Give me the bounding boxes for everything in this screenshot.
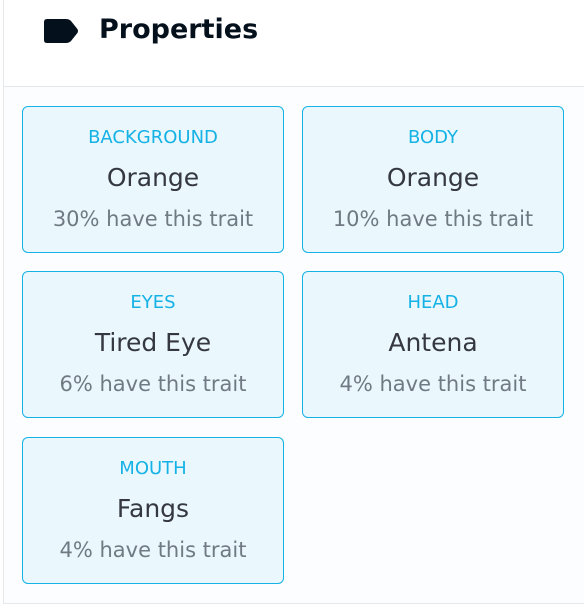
tag-icon <box>44 19 78 43</box>
trait-rarity: 10% have this trait <box>332 207 534 231</box>
trait-value: Orange <box>386 163 480 192</box>
trait-value: Antena <box>388 328 478 357</box>
trait-value: Tired Eye <box>94 328 212 357</box>
trait-type: EYES <box>130 292 176 313</box>
traits-grid: BACKGROUND Orange 30% have this trait BO… <box>4 87 584 603</box>
trait-card-background[interactable]: BACKGROUND Orange 30% have this trait <box>22 106 284 253</box>
trait-rarity: 4% have this trait <box>59 538 247 562</box>
trait-type: BODY <box>407 127 459 148</box>
properties-header[interactable]: Properties <box>4 0 584 87</box>
panel-title: Properties <box>99 14 259 45</box>
trait-value: Orange <box>106 163 200 192</box>
trait-type: MOUTH <box>119 458 187 479</box>
trait-rarity: 4% have this trait <box>339 372 527 396</box>
trait-value: Fangs <box>116 494 190 523</box>
trait-card-mouth[interactable]: MOUTH Fangs 4% have this trait <box>22 437 284 584</box>
trait-type: HEAD <box>407 292 459 313</box>
trait-rarity: 30% have this trait <box>52 207 254 231</box>
properties-panel: Properties BACKGROUND Orange 30% have th… <box>3 0 584 604</box>
trait-card-eyes[interactable]: EYES Tired Eye 6% have this trait <box>22 271 284 418</box>
trait-card-head[interactable]: HEAD Antena 4% have this trait <box>302 271 564 418</box>
trait-card-body[interactable]: BODY Orange 10% have this trait <box>302 106 564 253</box>
trait-type: BACKGROUND <box>88 127 218 148</box>
trait-rarity: 6% have this trait <box>59 372 247 396</box>
